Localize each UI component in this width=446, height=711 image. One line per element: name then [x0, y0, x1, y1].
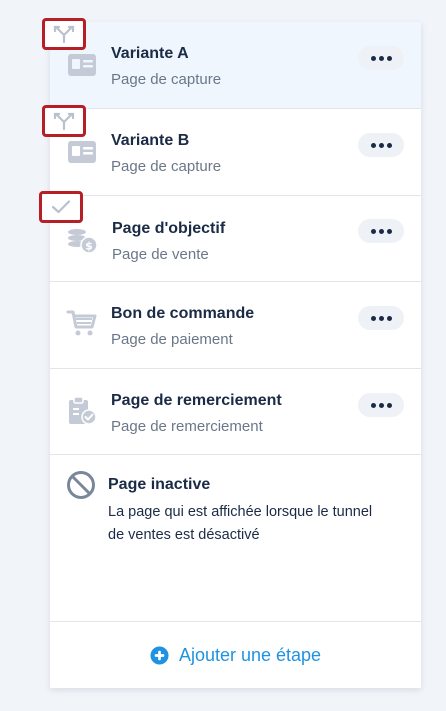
- plus-circle-icon: [150, 645, 169, 665]
- more-options-button[interactable]: [358, 133, 404, 157]
- step-subtitle: Page de capture: [111, 71, 222, 88]
- inactive-page-title: Page inactive: [108, 476, 211, 493]
- step-title: Bon de commande: [111, 305, 255, 322]
- step-bon-de-commande[interactable]: Bon de commande Page de paiement: [50, 282, 421, 369]
- step-title: Variante B: [111, 132, 190, 149]
- cart-icon: [66, 310, 97, 336]
- step-title: Variante A: [111, 45, 189, 62]
- step-page-remerciement[interactable]: Page de remerciement Page de remerciemen…: [50, 369, 421, 455]
- clipboard-check-icon: [69, 396, 97, 425]
- capture-page-icon: [68, 54, 96, 76]
- goal-check-badge[interactable]: [39, 191, 83, 223]
- split-test-icon: [53, 25, 75, 43]
- step-title: Page de remerciement: [111, 392, 282, 409]
- inactive-page-description: La page qui est affichée lorsque le tunn…: [108, 504, 373, 543]
- split-test-badge-b[interactable]: [42, 105, 86, 137]
- add-step-label: Ajouter une étape: [178, 644, 322, 665]
- svg-text:$: $: [85, 240, 93, 253]
- step-variante-b[interactable]: Variante B Page de capture: [50, 109, 421, 196]
- more-options-button[interactable]: [358, 46, 404, 70]
- step-variante-a[interactable]: Variante A Page de capture: [50, 22, 421, 109]
- check-icon: [51, 200, 71, 214]
- add-step-button[interactable]: Ajouter une étape: [50, 621, 421, 688]
- funnel-steps-panel: Variante A Page de capture Variante B Pa…: [50, 22, 421, 688]
- more-options-button[interactable]: [358, 219, 404, 243]
- capture-page-icon: [68, 141, 96, 163]
- split-test-badge-a[interactable]: [42, 18, 86, 50]
- prohibited-icon: [67, 471, 95, 499]
- split-test-icon: [53, 112, 75, 130]
- step-subtitle: Page de vente: [112, 246, 209, 263]
- step-page-objectif[interactable]: $ Page d'objectif Page de vente: [50, 196, 421, 282]
- more-options-button[interactable]: [358, 393, 404, 417]
- more-options-button[interactable]: [358, 306, 404, 330]
- step-subtitle: Page de remerciement: [111, 418, 263, 435]
- sales-page-icon: $: [68, 229, 98, 254]
- step-subtitle: Page de capture: [111, 158, 222, 175]
- step-subtitle: Page de paiement: [111, 331, 233, 348]
- step-title: Page d'objectif: [112, 220, 226, 237]
